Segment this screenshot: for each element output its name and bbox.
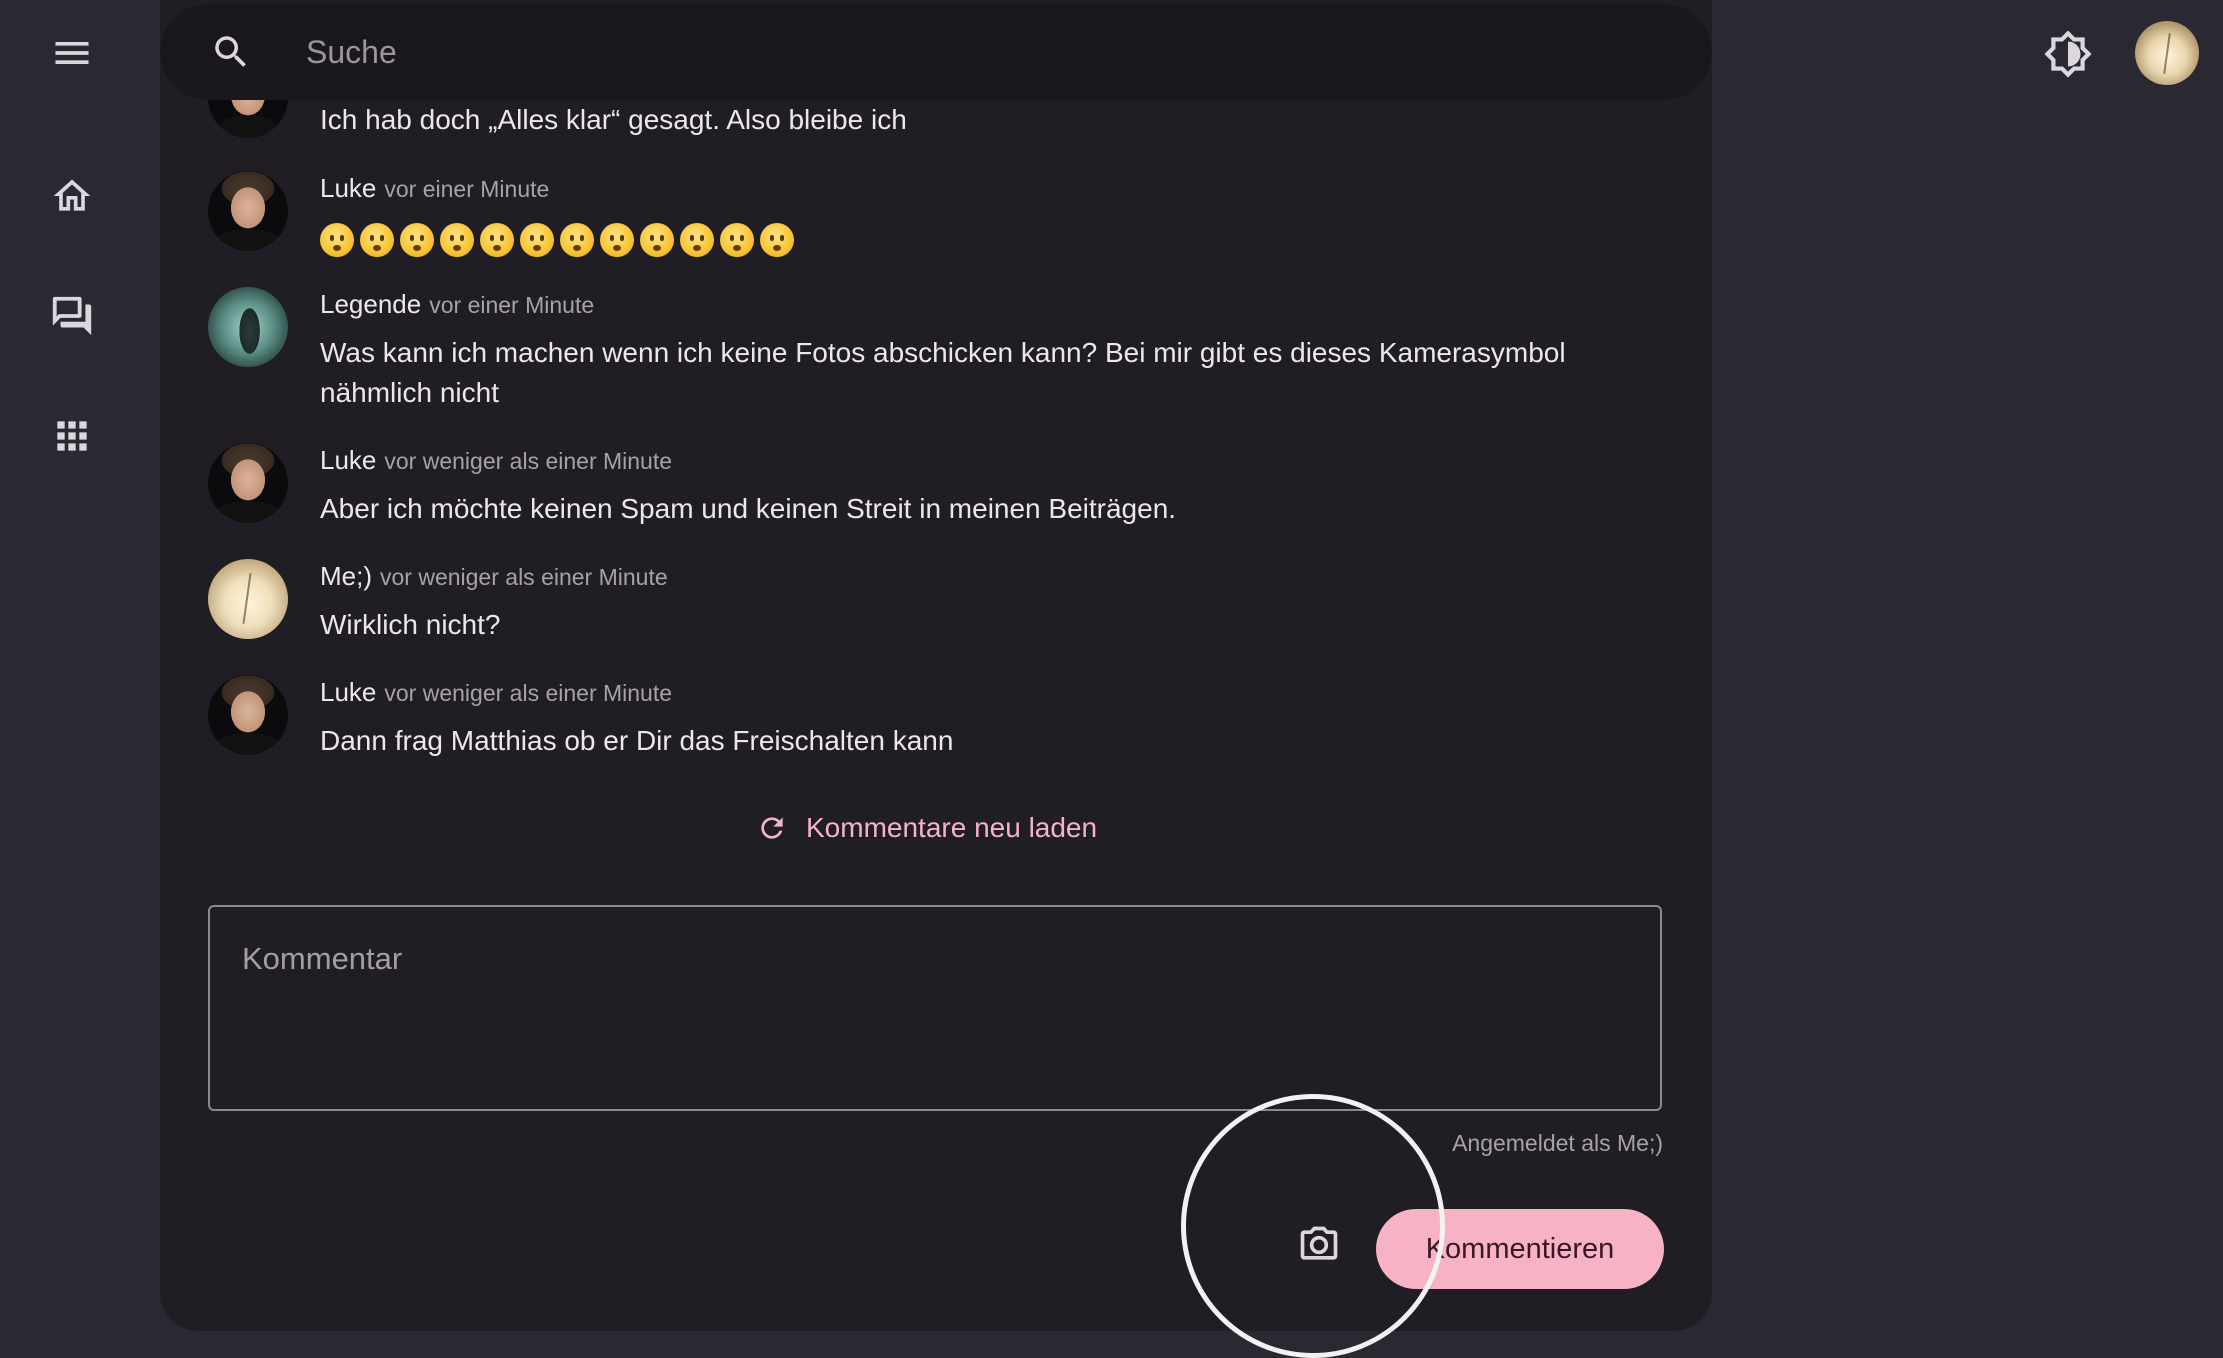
comment-list: Ich hab doch „Alles klar“ gesagt. Also b… xyxy=(208,0,1688,830)
navigation-rail xyxy=(0,0,150,1331)
comment-text: Was kann ich machen wenn ich keine Fotos… xyxy=(320,337,1566,408)
home-icon xyxy=(53,179,91,211)
emoji-row xyxy=(320,223,794,257)
reload-comments-button[interactable]: Kommentare neu laden xyxy=(756,812,1097,844)
submit-comment-button[interactable]: Kommentieren xyxy=(1376,1209,1664,1289)
signed-in-label: Angemeldet als Me;) xyxy=(1452,1130,1663,1156)
avatar[interactable] xyxy=(208,443,288,523)
nav-home-button[interactable] xyxy=(44,168,100,224)
avatar[interactable] xyxy=(208,287,288,367)
comment-author[interactable]: Luke xyxy=(320,677,376,707)
comment-author[interactable]: Legende xyxy=(320,289,421,319)
avatar[interactable] xyxy=(208,171,288,251)
kissing-smiling-eyes-emoji xyxy=(600,223,634,257)
search-icon[interactable] xyxy=(210,31,252,73)
kissing-closed-eyes-emoji xyxy=(640,223,674,257)
menu-icon xyxy=(55,42,89,64)
refresh-icon xyxy=(761,817,783,839)
comment-text: Ich hab doch „Alles klar“ gesagt. Also b… xyxy=(320,104,907,135)
nav-apps-button[interactable] xyxy=(44,408,100,464)
comment-time: vor weniger als einer Minute xyxy=(380,564,668,590)
comment-author[interactable]: Luke xyxy=(320,445,376,475)
comment-time: vor weniger als einer Minute xyxy=(384,680,673,706)
comment-time: vor weniger als einer Minute xyxy=(384,448,673,474)
comment-text: Dann frag Matthias ob er Dir das Freisch… xyxy=(320,725,954,756)
kissing-face-emoji xyxy=(440,223,474,257)
menu-button[interactable] xyxy=(44,25,100,81)
comment-text: Aber ich möchte keinen Spam und keinen S… xyxy=(320,493,1177,524)
add-photo-button[interactable] xyxy=(1296,1222,1342,1268)
reload-label: Kommentare neu laden xyxy=(806,812,1098,843)
kissing-smiling-eyes-emoji xyxy=(720,223,754,257)
comment-time: vor einer Minute xyxy=(429,292,595,318)
kissing-closed-eyes-emoji xyxy=(760,223,794,257)
comment-input[interactable] xyxy=(240,939,1634,1093)
kissing-smiling-eyes-emoji xyxy=(480,223,514,257)
apps-icon xyxy=(57,421,87,451)
forum-icon xyxy=(52,296,92,336)
comment-author[interactable]: Luke xyxy=(320,173,376,203)
kissing-face-emoji xyxy=(320,223,354,257)
comment-author[interactable]: Me;) xyxy=(320,561,372,591)
kissing-smiling-eyes-emoji xyxy=(360,223,394,257)
avatar[interactable] xyxy=(208,559,288,639)
kissing-closed-eyes-emoji xyxy=(400,223,434,257)
comment-time: vor einer Minute xyxy=(384,176,550,202)
kissing-face-emoji xyxy=(680,223,714,257)
avatar[interactable] xyxy=(208,675,288,755)
comment-text: Wirklich nicht? xyxy=(320,609,501,640)
comment-field[interactable] xyxy=(208,905,1662,1111)
nav-forum-button[interactable] xyxy=(44,288,100,344)
kissing-closed-eyes-emoji xyxy=(520,223,554,257)
camera-icon xyxy=(1300,1226,1338,1260)
user-avatar[interactable] xyxy=(2135,21,2199,85)
brightness-icon xyxy=(2044,30,2092,78)
search-bar xyxy=(160,4,1712,100)
kissing-face-emoji xyxy=(560,223,594,257)
search-input[interactable] xyxy=(304,32,1508,72)
theme-toggle-button[interactable] xyxy=(2040,26,2096,82)
